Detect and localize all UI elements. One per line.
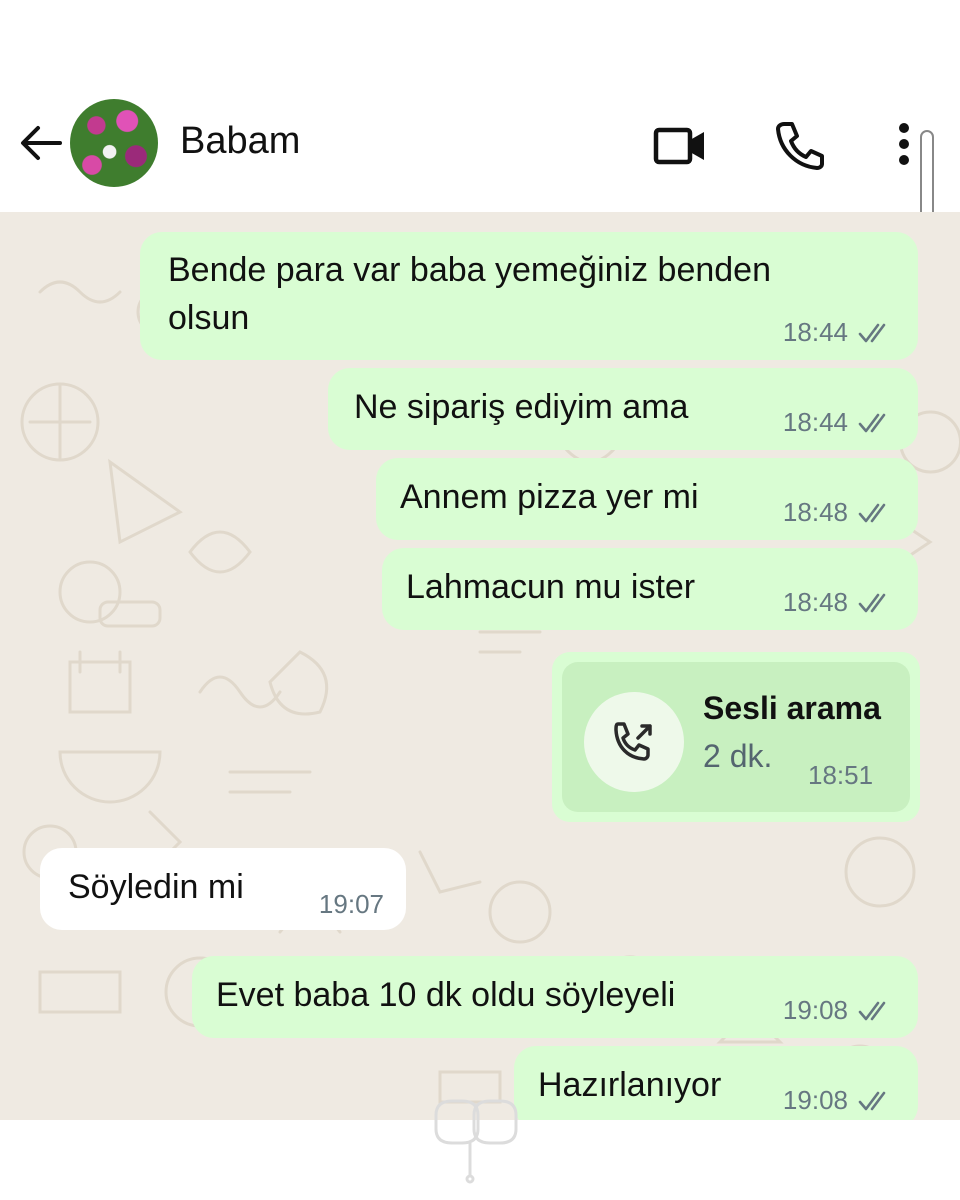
message-time: 18:48 <box>782 587 848 617</box>
call-title: Sesli arama <box>703 690 881 726</box>
message-bubble-outgoing[interactable]: Annem pizza yer mi 18:48 <box>376 458 918 540</box>
back-arrow-icon[interactable] <box>16 118 66 168</box>
message-bubble-outgoing[interactable]: Evet baba 10 dk oldu söyleyeli 19:08 <box>192 956 918 1038</box>
message-text: Lahmacun mu ister <box>406 568 696 606</box>
watermark-logo <box>434 1099 518 1184</box>
message-time: 18:48 <box>782 497 848 527</box>
message-time: 19:08 <box>782 1085 848 1115</box>
double-check-icon <box>858 323 886 342</box>
message-bubble-outgoing[interactable]: Lahmacun mu ister 18:48 <box>382 548 918 630</box>
video-call-icon[interactable] <box>652 118 708 174</box>
message-time: 19:08 <box>782 995 848 1025</box>
message-text: Annem pizza yer mi <box>400 478 699 516</box>
message-meta: 19:08 <box>783 995 892 1026</box>
outgoing-call-icon <box>614 722 652 761</box>
message-meta: 19:07 <box>319 889 384 920</box>
message-time: 18:44 <box>782 317 848 347</box>
message-time: 19:07 <box>318 889 384 919</box>
message-meta: 18:44 <box>783 317 892 348</box>
double-check-icon <box>858 1001 886 1020</box>
message-bubble-outgoing[interactable]: Ne sipariş ediyim ama 18:44 <box>328 368 918 450</box>
contact-avatar[interactable] <box>70 99 158 187</box>
chat-area[interactable]: Bende para var baba yemeğiniz benden ols… <box>0 212 960 1120</box>
message-time: 18:51 <box>808 760 874 790</box>
message-time: 18:44 <box>782 407 848 437</box>
message-text: Ne sipariş ediyim ama <box>354 388 689 426</box>
double-check-icon <box>858 593 886 612</box>
message-text: Evet baba 10 dk oldu söyleyeli <box>216 976 676 1014</box>
chat-header: Babam <box>0 0 960 248</box>
message-meta: 19:08 <box>783 1085 892 1116</box>
voice-call-icon[interactable] <box>772 118 828 174</box>
call-icon-circle <box>584 692 684 792</box>
voice-call-card[interactable]: Sesli arama 2 dk. 18:51 <box>562 662 910 812</box>
message-meta: 18:48 <box>783 587 892 618</box>
message-bubble-outgoing[interactable]: Hazırlanıyor 19:08 <box>514 1046 918 1120</box>
message-bubble-incoming[interactable]: Söyledin mi 19:07 <box>40 848 406 930</box>
message-meta: 18:44 <box>783 407 892 438</box>
double-check-icon <box>858 1091 886 1110</box>
message-bubble-outgoing[interactable]: Bende para var baba yemeğiniz benden ols… <box>140 232 918 360</box>
message-text: Hazırlanıyor <box>538 1066 722 1104</box>
double-check-icon <box>858 413 886 432</box>
double-check-icon <box>858 503 886 522</box>
message-text: Söyledin mi <box>68 868 244 906</box>
call-duration: 2 dk. <box>703 738 773 774</box>
message-meta: 18:48 <box>783 497 892 528</box>
contact-name[interactable]: Babam <box>180 120 300 163</box>
